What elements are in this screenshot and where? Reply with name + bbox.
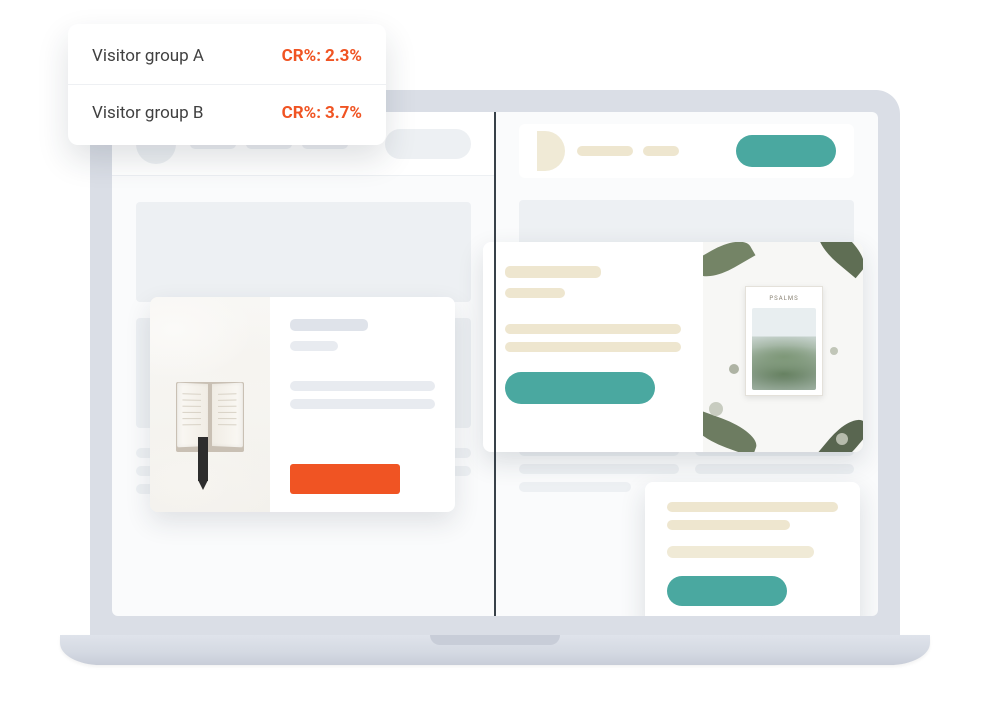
leaf-icon xyxy=(703,409,761,452)
print-card-title: PSALMS xyxy=(759,295,809,302)
metric-value: CR%:3.7% xyxy=(282,103,362,123)
variant-b-small-popup xyxy=(645,482,860,616)
metric-row-group-b: Visitor group B CR%:3.7% xyxy=(68,84,386,141)
variant-b-pane: PSALMS xyxy=(495,112,878,616)
metric-label: Visitor group A xyxy=(92,46,204,66)
variant-b-header xyxy=(519,124,854,178)
laptop-screen: PSALMS xyxy=(112,112,878,616)
variant-b-small-cta[interactable] xyxy=(667,576,787,606)
variant-a-popup-cta[interactable] xyxy=(290,464,400,494)
popup-desc-placeholder xyxy=(667,520,790,530)
metric-row-group-a: Visitor group A CR%:2.3% xyxy=(68,28,386,84)
laptop-base xyxy=(60,635,930,665)
popup-desc-placeholder xyxy=(290,381,435,391)
print-card-art xyxy=(752,308,816,390)
book-illustration xyxy=(150,297,270,512)
variant-b-product-popup: PSALMS xyxy=(483,242,863,452)
nav-item-placeholder xyxy=(577,146,633,156)
popup-title-placeholder xyxy=(505,266,601,278)
bookmark-icon xyxy=(198,437,208,481)
variant-b-popup-body xyxy=(483,242,703,452)
popup-desc-placeholder xyxy=(505,342,681,352)
variant-b-logo xyxy=(537,131,565,171)
leaf-icon xyxy=(814,412,863,452)
variant-a-pane xyxy=(112,112,495,616)
variant-a-header-cta[interactable] xyxy=(385,129,471,159)
popup-desc-placeholder xyxy=(505,324,681,334)
print-card: PSALMS xyxy=(745,286,823,396)
leaf-icon xyxy=(810,242,863,278)
popup-subtitle-placeholder xyxy=(505,288,565,298)
variant-b-product-image: PSALMS xyxy=(703,242,863,452)
popup-highlight-placeholder xyxy=(667,546,814,558)
popup-subtitle-placeholder xyxy=(290,341,338,351)
variant-b-header-cta[interactable] xyxy=(736,135,836,167)
popup-desc-placeholder xyxy=(290,399,435,409)
nav-item-placeholder xyxy=(643,146,679,156)
laptop-frame: PSALMS xyxy=(60,90,930,665)
metric-label: Visitor group B xyxy=(92,103,204,123)
laptop-bezel: PSALMS xyxy=(90,90,900,638)
variant-a-hero xyxy=(136,202,471,302)
popup-desc-placeholder xyxy=(667,502,838,512)
ab-divider xyxy=(494,112,496,616)
metrics-overlay: Visitor group A CR%:2.3% Visitor group B… xyxy=(68,24,386,145)
botanical-illustration: PSALMS xyxy=(703,242,863,452)
flower-icon xyxy=(709,402,723,416)
metric-value: CR%:2.3% xyxy=(282,46,362,66)
variant-a-product-popup xyxy=(150,297,455,512)
laptop-notch xyxy=(430,635,560,645)
variant-a-product-image xyxy=(150,297,270,512)
leaf-icon xyxy=(703,242,755,285)
variant-a-popup-body xyxy=(270,297,455,512)
variant-b-nav xyxy=(577,146,724,156)
popup-title-placeholder xyxy=(290,319,368,331)
variant-b-popup-cta[interactable] xyxy=(505,372,655,404)
